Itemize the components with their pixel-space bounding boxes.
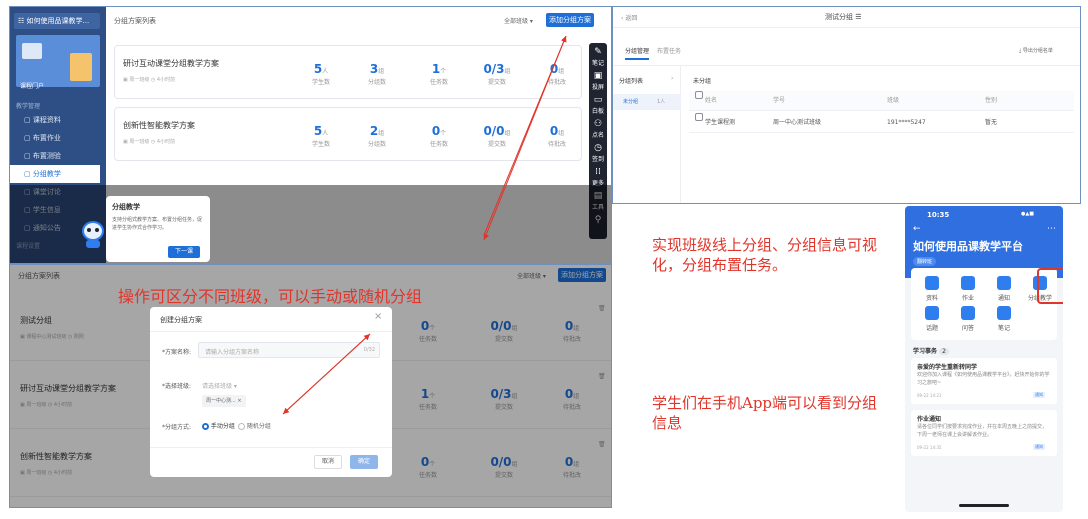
arrow-toolbar-down	[483, 35, 567, 241]
annotation-arrows	[282, 35, 567, 415]
arrow-dialog-down	[282, 333, 371, 415]
